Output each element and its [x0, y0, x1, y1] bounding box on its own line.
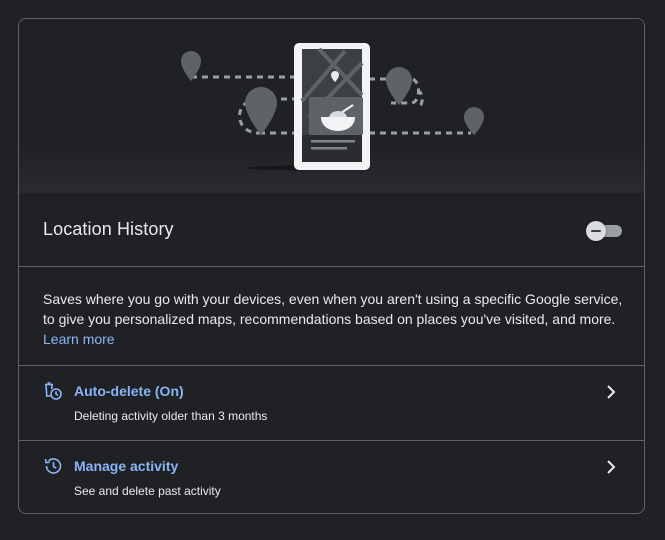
location-history-card: Location History Saves where you go with…	[18, 18, 645, 514]
manage-activity-item[interactable]: Manage activity See and delete past acti…	[19, 441, 644, 513]
phone-map-illustration	[181, 43, 484, 171]
learn-more-link[interactable]: Learn more	[43, 331, 115, 347]
location-history-toggle[interactable]	[586, 221, 622, 241]
auto-delete-label: Auto-delete (On)	[74, 383, 184, 399]
chevron-right-icon	[607, 385, 616, 399]
chevron-right-icon	[607, 460, 616, 474]
history-icon	[44, 458, 62, 474]
auto-delete-subtext: Deleting activity older than 3 months	[74, 409, 268, 423]
description-text: Saves where you go with your devices, ev…	[43, 289, 623, 349]
map-pin-icon	[464, 107, 484, 135]
auto-delete-item[interactable]: Auto-delete (On) Deleting activity older…	[19, 366, 644, 441]
page-title: Location History	[43, 219, 174, 239]
description-section: Saves where you go with your devices, ev…	[19, 267, 644, 366]
map-pin-icon	[245, 87, 277, 135]
auto-delete-icon	[45, 382, 62, 400]
manage-activity-label: Manage activity	[74, 458, 179, 474]
map-pin-icon	[386, 67, 412, 105]
toggle-thumb	[586, 221, 606, 241]
hero-illustration	[19, 19, 644, 193]
description-body: Saves where you go with your devices, ev…	[43, 291, 623, 327]
location-history-header: Location History	[19, 193, 644, 267]
map-pin-icon	[181, 51, 201, 81]
manage-activity-subtext: See and delete past activity	[74, 484, 221, 498]
